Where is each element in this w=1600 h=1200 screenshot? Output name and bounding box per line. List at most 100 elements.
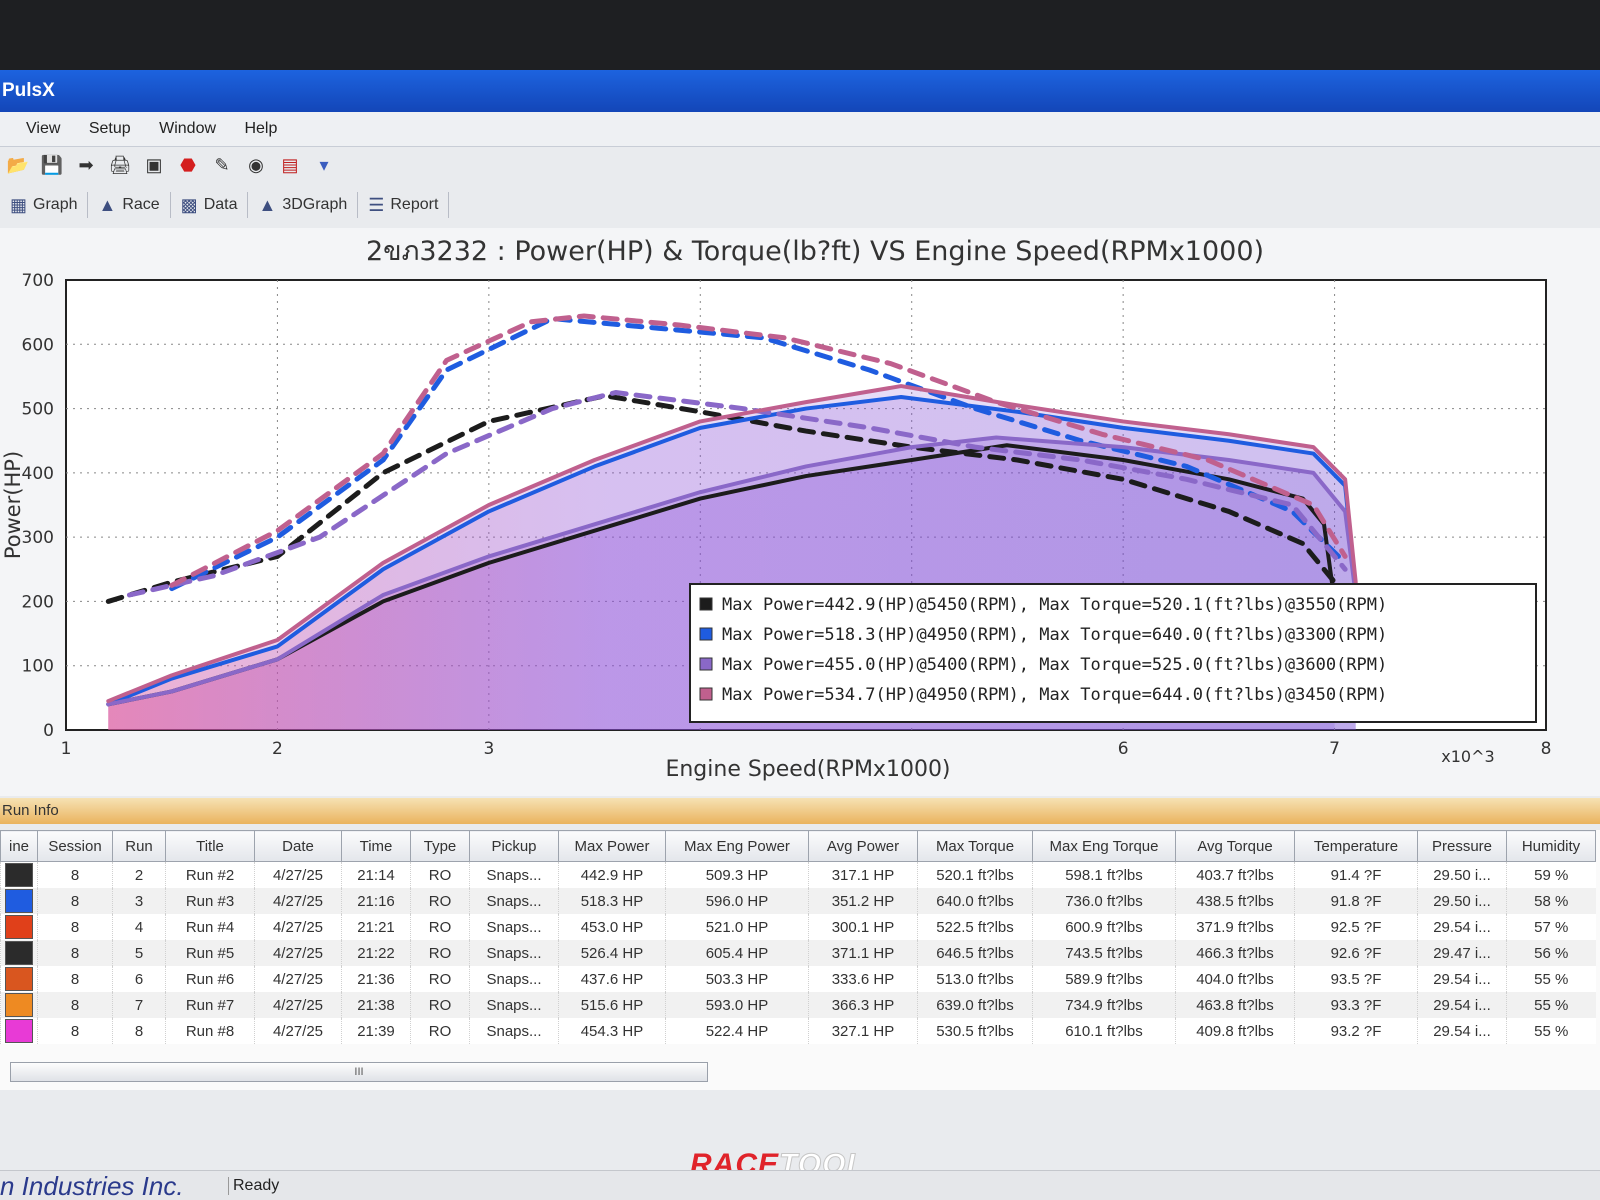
run-color-swatch xyxy=(5,993,33,1017)
table-row[interactable]: 8 3 Run #3 4/27/25 21:16 RO Snaps... 518.3 HP 59… xyxy=(0,888,1596,914)
cell-date: 4/27/25 xyxy=(254,888,342,914)
col-max-power[interactable]: Max Power xyxy=(558,830,666,862)
dropdown-icon[interactable]: ▾ xyxy=(310,152,338,178)
col-avg-torque[interactable]: Avg Torque xyxy=(1175,830,1295,862)
app-window: PulsX View Setup Window Help 📂 💾 ➡ 🖨 ▣ ⬣… xyxy=(0,70,1600,1200)
y-tick-label: 200 xyxy=(22,592,54,612)
menu-view[interactable]: View xyxy=(0,112,72,146)
x-axis-label: Engine Speed(RPMx1000) xyxy=(665,757,950,782)
table-row[interactable]: 8 2 Run #2 4/27/25 21:14 RO Snaps... 442.9 HP 50… xyxy=(0,861,1596,888)
cell-date: 4/27/25 xyxy=(254,966,342,992)
print-icon[interactable]: 🖨 xyxy=(106,152,134,178)
col-time[interactable]: Time xyxy=(341,830,411,862)
tab-report[interactable]: ☰ Report xyxy=(358,192,450,218)
cell-pressure: 29.54 i... xyxy=(1417,966,1507,992)
table-row[interactable]: 8 6 Run #6 4/27/25 21:36 RO Snaps... 437.6 HP 50… xyxy=(0,966,1596,992)
x-tick-label: 2 xyxy=(272,739,283,759)
table-header-row: ine Session Run Title Date Time Type Pic… xyxy=(0,830,1596,862)
tab-race[interactable]: ▲ Race xyxy=(88,192,171,218)
col-temperature[interactable]: Temperature xyxy=(1294,830,1418,862)
cell-max-eng-torque: 734.9 ft?lbs xyxy=(1032,992,1176,1018)
cell-pressure: 29.50 i... xyxy=(1417,861,1507,888)
cell-title: Run #4 xyxy=(165,914,255,940)
race-icon: ▲ xyxy=(98,194,117,215)
table-row[interactable]: 8 4 Run #4 4/27/25 21:21 RO Snaps... 453.0 HP 52… xyxy=(0,914,1596,940)
x-tick-label: 7 xyxy=(1329,739,1340,759)
col-session[interactable]: Session xyxy=(37,830,113,862)
x-tick-label: 1 xyxy=(61,739,72,759)
cell-max-power: 515.6 HP xyxy=(558,992,666,1018)
open-icon[interactable]: 📂 xyxy=(4,152,32,178)
cell-type: RO xyxy=(410,966,470,992)
view-tabs: ▦ Graph ▲ Race ▩ Data ▲ 3DGraph ☰ Report xyxy=(0,186,1600,224)
col-run[interactable]: Run xyxy=(112,830,166,862)
menu-bar: View Setup Window Help xyxy=(0,112,1600,147)
col-pickup[interactable]: Pickup xyxy=(469,830,559,862)
run-color-cell[interactable] xyxy=(0,888,38,914)
table-row[interactable]: 8 8 Run #8 4/27/25 21:39 RO Snaps... 454.3 HP 52… xyxy=(0,1018,1596,1044)
tab-graph[interactable]: ▦ Graph xyxy=(0,192,89,218)
cell-max-eng-power: 509.3 HP xyxy=(665,861,809,888)
menu-setup[interactable]: Setup xyxy=(77,112,143,146)
cell-max-power: 453.0 HP xyxy=(558,914,666,940)
cell-session: 8 xyxy=(37,966,113,992)
legend-swatch xyxy=(699,657,713,671)
y-tick-label: 400 xyxy=(22,464,54,484)
record-icon[interactable]: ⬣ xyxy=(174,152,202,178)
x-multiplier-label: x10^3 xyxy=(1441,747,1494,766)
col-type[interactable]: Type xyxy=(410,830,470,862)
cell-max-eng-power: 522.4 HP xyxy=(665,1018,809,1044)
cell-time: 21:38 xyxy=(341,992,411,1018)
display-icon[interactable]: ▤ xyxy=(276,152,304,178)
status-ready: Ready xyxy=(228,1177,279,1195)
cell-max-torque: 530.5 ft?lbs xyxy=(917,1018,1033,1044)
run-color-cell[interactable] xyxy=(0,1018,38,1044)
col-date[interactable]: Date xyxy=(254,830,342,862)
run-color-cell[interactable] xyxy=(0,914,38,940)
data-icon: ▩ xyxy=(180,194,198,215)
cell-title: Run #3 xyxy=(165,888,255,914)
col-line[interactable]: ine xyxy=(0,830,38,862)
company-name: n Industries Inc. xyxy=(0,1171,184,1200)
run-color-cell[interactable] xyxy=(0,940,38,966)
col-pressure[interactable]: Pressure xyxy=(1417,830,1507,862)
col-avg-power[interactable]: Avg Power xyxy=(808,830,918,862)
cell-max-torque: 639.0 ft?lbs xyxy=(917,992,1033,1018)
legend-swatch xyxy=(699,627,713,641)
cell-run: 5 xyxy=(112,940,166,966)
export-icon[interactable]: ➡ xyxy=(72,152,100,178)
window-icon[interactable]: ▣ xyxy=(140,152,168,178)
menu-window[interactable]: Window xyxy=(147,112,228,146)
run-color-cell[interactable] xyxy=(0,992,38,1018)
col-max-eng-power[interactable]: Max Eng Power xyxy=(665,830,809,862)
dyno-chart[interactable]: 2ขภ3232 : Power(HP) & Torque(lb?ft) VS E… xyxy=(0,228,1600,796)
run-color-swatch xyxy=(5,967,33,991)
cell-max-eng-torque: 598.1 ft?lbs xyxy=(1032,861,1176,888)
col-max-eng-torque[interactable]: Max Eng Torque xyxy=(1032,830,1176,862)
col-humidity[interactable]: Humidity xyxy=(1506,830,1596,862)
cell-temperature: 93.3 ?F xyxy=(1294,992,1418,1018)
run-color-cell[interactable] xyxy=(0,966,38,992)
tab-data[interactable]: ▩ Data xyxy=(171,192,249,218)
scrollbar-grip[interactable]: III xyxy=(354,1066,363,1078)
tab-3dgraph[interactable]: ▲ 3DGraph xyxy=(248,192,359,218)
cell-time: 21:36 xyxy=(341,966,411,992)
horizontal-scrollbar[interactable]: III xyxy=(10,1062,708,1082)
cell-avg-torque: 463.8 ft?lbs xyxy=(1175,992,1295,1018)
y-tick-label: 600 xyxy=(22,335,54,355)
cell-title: Run #7 xyxy=(165,992,255,1018)
cell-run: 2 xyxy=(112,861,166,888)
cell-run: 3 xyxy=(112,888,166,914)
cell-time: 21:14 xyxy=(341,861,411,888)
run-color-cell[interactable] xyxy=(0,861,38,888)
col-title[interactable]: Title xyxy=(165,830,255,862)
cell-session: 8 xyxy=(37,992,113,1018)
menu-help[interactable]: Help xyxy=(232,112,289,146)
save-icon[interactable]: 💾 xyxy=(38,152,66,178)
col-max-torque[interactable]: Max Torque xyxy=(917,830,1033,862)
table-row[interactable]: 8 5 Run #5 4/27/25 21:22 RO Snaps... 526.4 HP 60… xyxy=(0,940,1596,966)
gauge-icon[interactable]: ◉ xyxy=(242,152,270,178)
table-row[interactable]: 8 7 Run #7 4/27/25 21:38 RO Snaps... 515.6 HP 59… xyxy=(0,992,1596,1018)
cell-max-eng-torque: 589.9 ft?lbs xyxy=(1032,966,1176,992)
run-icon[interactable]: ✎ xyxy=(208,152,236,178)
